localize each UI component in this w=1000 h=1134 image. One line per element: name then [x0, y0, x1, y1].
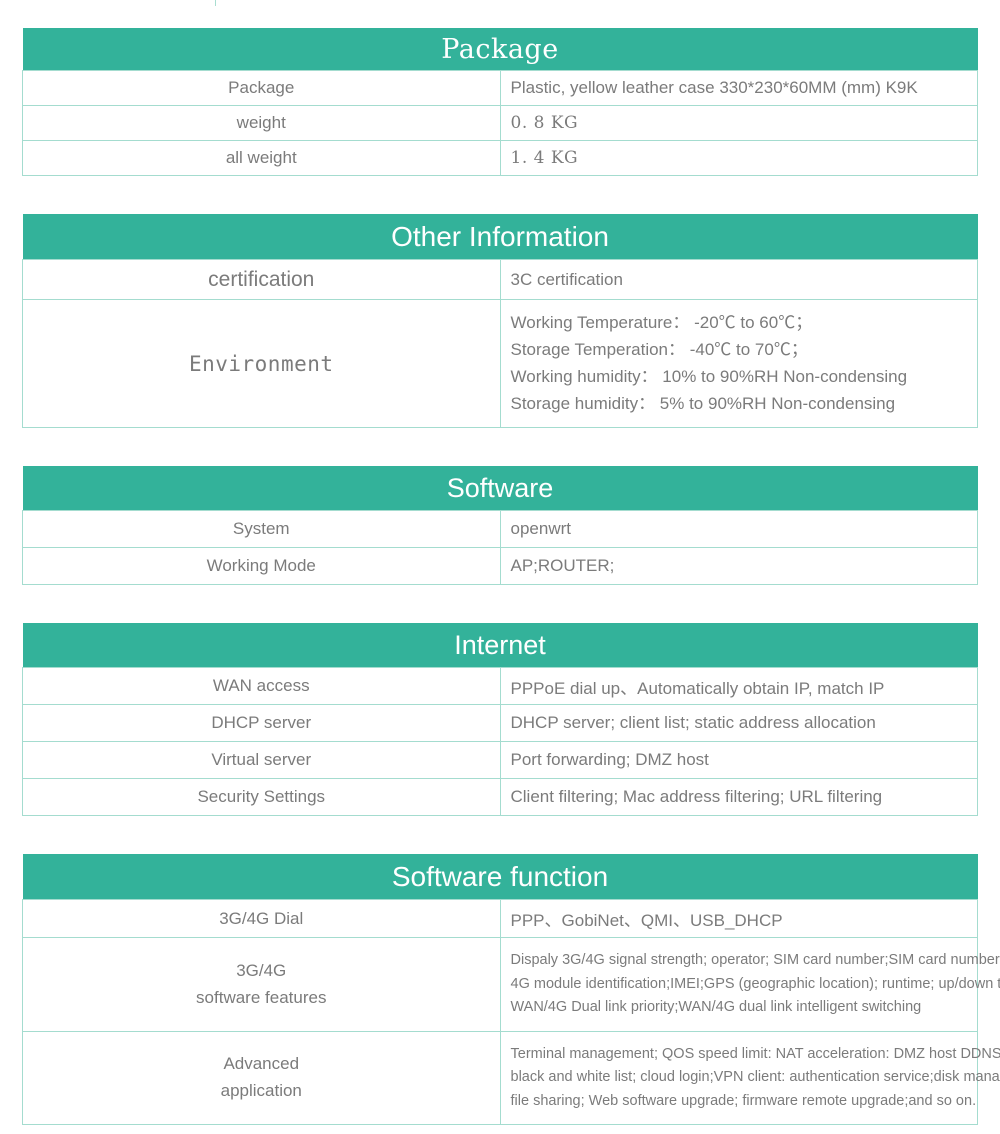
table-row: Virtual server Port forwarding; DMZ host — [22, 741, 978, 780]
row-label-lines: Advanced application — [29, 1045, 494, 1111]
section-header-software: Software — [22, 466, 978, 511]
table-row: 3G/4G software features Dispaly 3G/4G sign… — [22, 937, 1000, 1032]
table-row: 3G/4G Dial PPP、GobiNet、QMI、USB_DHCP — [22, 899, 978, 939]
row-value: 0. 8 KG — [499, 105, 978, 141]
table-row: all weight 1. 4 KG — [22, 140, 978, 176]
row-value: PPPoE dial up、Automatically obtain IP, m… — [499, 667, 978, 706]
row-label-line: software features — [196, 987, 327, 1007]
clipped-table-row-above — [22, 0, 978, 6]
table-row: DHCP server DHCP server; client list; sta… — [22, 704, 978, 743]
row-label: weight — [22, 105, 501, 141]
row-value-line: Working Temperature： -20℃ to 60℃； — [510, 313, 813, 332]
row-value: AP;ROUTER; — [499, 547, 978, 586]
row-label: Security Settings — [22, 778, 501, 817]
row-value: 1. 4 KG — [499, 140, 978, 176]
row-value: DHCP server; client list; static address… — [499, 704, 978, 743]
table-row: Environment Working Temperature： -20℃ to … — [22, 298, 978, 429]
row-value: Terminal management; QOS speed limit: NA… — [499, 1030, 1000, 1126]
row-label: Advanced application — [22, 1030, 501, 1126]
row-value: 3C certification — [499, 259, 978, 300]
section-header-other-information: Other Information — [22, 214, 978, 260]
row-label: 3G/4G software features — [22, 937, 501, 1032]
table-row: System openwrt — [22, 510, 978, 549]
table-row: Security Settings Client filtering; Mac a… — [22, 778, 978, 817]
clipped-row — [22, 0, 978, 6]
table-row: WAN access PPPoE dial up、Automatically ob… — [22, 667, 978, 706]
spec-section-software: Software System openwrt Working Mode AP;ROUT… — [0, 466, 1000, 586]
spec-section-internet: Internet WAN access PPPoE dial up、Automati… — [0, 623, 1000, 817]
row-label: Environment — [22, 298, 501, 429]
row-value: Dispaly 3G/4G signal strength; operator;… — [499, 937, 1000, 1032]
row-label-lines: 3G/4G software features — [29, 952, 494, 1018]
section-header-software-function: Software function — [22, 854, 978, 900]
row-value: openwrt — [499, 510, 978, 549]
row-label: System — [22, 510, 501, 549]
spec-sections: Package Package Plastic, yellow leather ca… — [0, 0, 1000, 1126]
row-value: Port forwarding; DMZ host — [499, 741, 978, 780]
row-value-line: Working humidity： 10% to 90%RH Non-conde… — [510, 366, 908, 386]
clipped-row-value-cell — [216, 0, 978, 6]
spec-section-package: Package Package Plastic, yellow leather ca… — [0, 28, 1000, 176]
clipped-row-label-cell — [22, 0, 216, 6]
row-value-line: black and white list; cloud login;VPN cl… — [510, 1069, 1000, 1086]
row-value-line: Storage Temperation： -40℃ to 70℃； — [510, 339, 808, 359]
spec-table-other-information: Other Information certification 3C certifi… — [22, 214, 978, 429]
spec-table-package: Package Package Plastic, yellow leather ca… — [22, 28, 978, 176]
table-row: Advanced application Terminal management; … — [22, 1030, 1000, 1126]
row-value: Working Temperature： -20℃ to 60℃； Storage… — [499, 298, 978, 429]
table-row: certification 3C certification — [22, 259, 978, 300]
row-label-line: 3G/4G — [236, 960, 287, 980]
row-value-lines: Working Temperature： -20℃ to 60℃； Storage… — [511, 304, 968, 423]
row-label: WAN access — [22, 667, 501, 706]
section-header-internet: Internet — [22, 623, 978, 668]
row-label-line: Advanced — [223, 1054, 300, 1074]
row-value-lines: Dispaly 3G/4G signal strength; operator;… — [510, 942, 1000, 1026]
row-label: Working Mode — [22, 547, 501, 586]
row-label: Package — [22, 70, 501, 106]
row-value: PPP、GobiNet、QMI、USB_DHCP — [499, 899, 978, 939]
row-label: certification — [22, 259, 501, 300]
spec-table-internet: Internet WAN access PPPoE dial up、Automati… — [22, 623, 978, 817]
table-row: weight 0. 8 KG — [22, 105, 978, 141]
table-row: Package Plastic, yellow leather case 330*… — [22, 70, 978, 106]
row-label: DHCP server — [22, 704, 501, 743]
row-value-line: Storage humidity： 5% to 90%RH Non-conden… — [510, 393, 896, 413]
table-row: Working Mode AP;ROUTER; — [22, 547, 978, 586]
spec-section-other-information: Other Information certification 3C certifi… — [0, 214, 1000, 429]
row-label: 3G/4G Dial — [22, 899, 501, 939]
row-value-line: WAN/4G Dual link priority;WAN/4G dual li… — [510, 999, 922, 1016]
row-label-line: application — [220, 1081, 302, 1101]
section-header-package: Package — [22, 28, 978, 71]
row-value-line: file sharing; Web software upgrade; firm… — [510, 1092, 977, 1109]
row-value: Client filtering; Mac address filtering;… — [499, 778, 978, 817]
spec-section-software-function: Software function 3G/4G Dial PPP、GobiNet、Q… — [0, 854, 1000, 1126]
row-value: Plastic, yellow leather case 330*230*60M… — [499, 70, 978, 106]
spec-table-software-function: Software function 3G/4G Dial PPP、GobiNet、Q… — [22, 854, 1000, 1126]
row-value-line: Terminal management; QOS speed limit: NA… — [510, 1045, 1000, 1062]
spec-table-software: Software System openwrt Working Mode AP;ROUT… — [22, 466, 978, 586]
specification-page: Package Package Plastic, yellow leather ca… — [0, 0, 1000, 1126]
row-label: Virtual server — [22, 741, 501, 780]
row-label: all weight — [22, 140, 501, 176]
row-value-line: 4G module identification;IMEI;GPS (geogr… — [510, 975, 1000, 992]
row-value-lines: Terminal management; QOS speed limit: NA… — [510, 1036, 1000, 1120]
row-value-line: Dispaly 3G/4G signal strength; operator;… — [510, 952, 1000, 969]
